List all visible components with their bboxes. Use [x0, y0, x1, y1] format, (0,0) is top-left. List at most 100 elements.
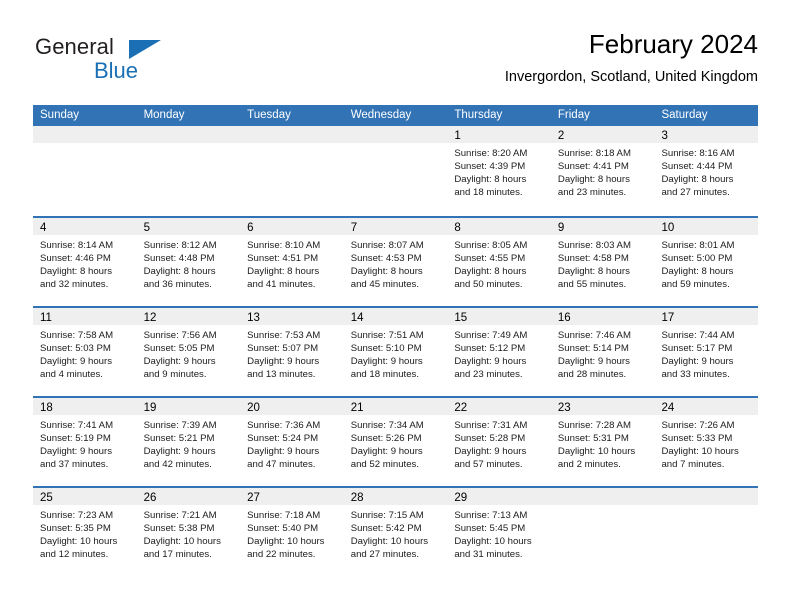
day-details: Sunrise: 7:58 AM Sunset: 5:03 PM Daylight:…	[33, 325, 137, 381]
calendar-day-cell[interactable]: 9 Sunrise: 8:03 AM Sunset: 4:58 PM Daylight…	[550, 218, 655, 306]
calendar-day-cell[interactable]: 22 Sunrise: 7:31 AM Sunset: 5:28 PM Dayligh…	[447, 398, 551, 486]
sunset-text: Sunset: 4:48 PM	[143, 253, 215, 265]
calendar-day-cell[interactable]: 6 Sunrise: 8:10 AM Sunset: 4:51 PM Daylight…	[240, 218, 344, 306]
day-details: Sunrise: 8:05 AM Sunset: 4:55 PM Daylight:…	[447, 235, 551, 291]
sunset-text: Sunset: 5:07 PM	[247, 343, 319, 355]
calendar-day-cell[interactable]: 14 Sunrise: 7:51 AM Sunset: 5:10 PM Dayligh…	[343, 308, 448, 396]
weekday-header-tuesday: Tuesday	[247, 109, 291, 121]
calendar-day-cell[interactable]: 3 Sunrise: 8:16 AM Sunset: 4:44 PM Daylight…	[654, 126, 759, 216]
day-number-band: 2	[550, 126, 655, 143]
calendar-week-row: 25 Sunrise: 7:23 AM Sunset: 5:35 PM Dayligh…	[33, 486, 759, 576]
calendar-day-cell[interactable]: 29 Sunrise: 7:13 AM Sunset: 5:45 PM Dayligh…	[447, 488, 551, 576]
day-number: 24	[661, 402, 675, 414]
calendar-day-cell[interactable]: 5 Sunrise: 8:12 AM Sunset: 4:48 PM Daylight…	[136, 218, 241, 306]
day-number-band: 21	[343, 398, 448, 415]
general-blue-logo[interactable]: General Blue	[33, 34, 233, 90]
calendar-day-cell[interactable]: 17 Sunrise: 7:44 AM Sunset: 5:17 PM Dayligh…	[654, 308, 759, 396]
day-details: Sunrise: 8:10 AM Sunset: 4:51 PM Daylight:…	[240, 235, 344, 291]
daylight-text-cont: and 27 minutes.	[661, 187, 730, 199]
daylight-text: Daylight: 9 hours	[557, 356, 630, 368]
sunrise-text: Sunrise: 7:18 AM	[247, 510, 321, 521]
calendar-day-cell[interactable]: 20 Sunrise: 7:36 AM Sunset: 5:24 PM Dayligh…	[240, 398, 344, 486]
sunset-text: Sunset: 5:10 PM	[350, 343, 422, 355]
calendar-day-cell[interactable]: 16 Sunrise: 7:46 AM Sunset: 5:14 PM Dayligh…	[550, 308, 655, 396]
daylight-text: Daylight: 9 hours	[143, 446, 216, 458]
sunrise-text: Sunrise: 8:20 AM	[454, 148, 528, 159]
calendar-day-cell[interactable]: 27 Sunrise: 7:18 AM Sunset: 5:40 PM Dayligh…	[240, 488, 344, 576]
calendar-day-cell[interactable]: 18 Sunrise: 7:41 AM Sunset: 5:19 PM Dayligh…	[33, 398, 137, 486]
daylight-text: Daylight: 10 hours	[350, 536, 429, 548]
day-details: Sunrise: 7:15 AM Sunset: 5:42 PM Daylight:…	[344, 505, 448, 561]
calendar-day-cell[interactable]: 4 Sunrise: 8:14 AM Sunset: 4:46 PM Daylight…	[33, 218, 137, 306]
day-number: 6	[247, 222, 254, 234]
calendar-day-cell[interactable]: 28 Sunrise: 7:15 AM Sunset: 5:42 PM Dayligh…	[343, 488, 448, 576]
sunset-text: Sunset: 5:40 PM	[247, 523, 319, 535]
day-details	[137, 143, 241, 147]
calendar-day-cell[interactable]: 21 Sunrise: 7:34 AM Sunset: 5:26 PM Dayligh…	[343, 398, 448, 486]
daylight-text: Daylight: 8 hours	[661, 174, 734, 186]
day-number-band: 27	[240, 488, 344, 505]
sunset-text: Sunset: 5:19 PM	[40, 433, 111, 445]
day-number-band: 6	[240, 218, 344, 235]
calendar-day-cell[interactable]: 25 Sunrise: 7:23 AM Sunset: 5:35 PM Dayligh…	[33, 488, 137, 576]
day-number: 3	[661, 130, 668, 142]
calendar-day-cell[interactable]: 23 Sunrise: 7:28 AM Sunset: 5:31 PM Dayligh…	[550, 398, 655, 486]
day-details: Sunrise: 7:49 AM Sunset: 5:12 PM Daylight:…	[447, 325, 551, 381]
daylight-text-cont: and 28 minutes.	[557, 369, 627, 381]
daylight-text: Daylight: 8 hours	[40, 266, 112, 278]
day-number: 16	[557, 312, 571, 324]
daylight-text-cont: and 33 minutes.	[661, 369, 730, 381]
day-number-band: 22	[447, 398, 551, 415]
calendar-day-cell[interactable]: 19 Sunrise: 7:39 AM Sunset: 5:21 PM Dayligh…	[136, 398, 241, 486]
daylight-text-cont: and 47 minutes.	[247, 459, 316, 471]
day-number: 8	[454, 222, 461, 234]
calendar-day-cell[interactable]: 11 Sunrise: 7:58 AM Sunset: 5:03 PM Dayligh…	[33, 308, 137, 396]
calendar-day-cell[interactable]: 12 Sunrise: 7:56 AM Sunset: 5:05 PM Dayligh…	[136, 308, 241, 396]
calendar-week-row: 11 Sunrise: 7:58 AM Sunset: 5:03 PM Dayligh…	[33, 306, 759, 396]
daylight-text: Daylight: 8 hours	[454, 174, 527, 186]
daylight-text: Daylight: 9 hours	[350, 356, 423, 368]
calendar-day-cell[interactable]: 8 Sunrise: 8:05 AM Sunset: 4:55 PM Daylight…	[447, 218, 551, 306]
sunset-text: Sunset: 5:24 PM	[247, 433, 319, 445]
day-number: 27	[247, 492, 260, 504]
day-number-band: 1	[447, 126, 551, 143]
day-number-band: 4	[33, 218, 137, 235]
day-details: Sunrise: 7:18 AM Sunset: 5:40 PM Daylight:…	[240, 505, 344, 561]
sunrise-text: Sunrise: 8:14 AM	[40, 240, 114, 251]
calendar-grid: Sunday Monday Tuesday Wednesday Thursday Frid…	[33, 105, 759, 576]
title-block: February 2024 Invergordon, Scotland, Uni…	[505, 28, 758, 87]
daylight-text-cont: and 59 minutes.	[661, 279, 730, 291]
day-details: Sunrise: 7:21 AM Sunset: 5:38 PM Daylight:…	[137, 505, 241, 561]
daylight-text-cont: and 41 minutes.	[247, 279, 316, 291]
sunset-text: Sunset: 5:21 PM	[143, 433, 215, 445]
calendar-day-cell[interactable]: 1 Sunrise: 8:20 AM Sunset: 4:39 PM Daylight…	[447, 126, 551, 216]
calendar-week-row: 18 Sunrise: 7:41 AM Sunset: 5:19 PM Dayligh…	[33, 396, 759, 486]
sunset-text: Sunset: 5:17 PM	[661, 343, 733, 355]
calendar-day-cell[interactable]: 7 Sunrise: 8:07 AM Sunset: 4:53 PM Daylight…	[343, 218, 448, 306]
sunrise-text: Sunrise: 8:10 AM	[247, 240, 321, 251]
calendar-day-cell[interactable]: 2 Sunrise: 8:18 AM Sunset: 4:41 PM Daylight…	[550, 126, 655, 216]
day-number: 23	[557, 402, 571, 414]
daylight-text-cont: and 7 minutes.	[661, 459, 725, 471]
sunset-text: Sunset: 4:39 PM	[454, 161, 526, 173]
day-details: Sunrise: 7:13 AM Sunset: 5:45 PM Daylight:…	[447, 505, 551, 561]
calendar-day-cell[interactable]: 10 Sunrise: 8:01 AM Sunset: 5:00 PM Dayligh…	[654, 218, 759, 306]
day-number: 25	[40, 492, 53, 504]
weekday-header-friday: Friday	[557, 109, 590, 121]
day-details	[240, 143, 344, 147]
sunset-text: Sunset: 4:41 PM	[557, 161, 629, 173]
calendar-day-cell[interactable]: 24 Sunrise: 7:26 AM Sunset: 5:33 PM Dayligh…	[654, 398, 759, 486]
day-number-band: 11	[33, 308, 137, 325]
day-number-band: 18	[33, 398, 137, 415]
day-details: Sunrise: 8:07 AM Sunset: 4:53 PM Daylight:…	[344, 235, 448, 291]
daylight-text-cont: and 50 minutes.	[454, 279, 523, 291]
daylight-text-cont: and 23 minutes.	[557, 187, 627, 199]
day-details: Sunrise: 8:14 AM Sunset: 4:46 PM Daylight:…	[33, 235, 137, 291]
calendar-day-cell[interactable]: 15 Sunrise: 7:49 AM Sunset: 5:12 PM Dayligh…	[447, 308, 551, 396]
calendar-day-cell[interactable]: 13 Sunrise: 7:53 AM Sunset: 5:07 PM Dayligh…	[240, 308, 344, 396]
daylight-text: Daylight: 9 hours	[247, 356, 320, 368]
calendar-day-cell[interactable]: 26 Sunrise: 7:21 AM Sunset: 5:38 PM Dayligh…	[136, 488, 241, 576]
sunrise-text: Sunrise: 7:46 AM	[557, 330, 631, 341]
day-number-band	[550, 488, 655, 505]
calendar-week-row: 4 Sunrise: 8:14 AM Sunset: 4:46 PM Daylight…	[33, 216, 759, 306]
